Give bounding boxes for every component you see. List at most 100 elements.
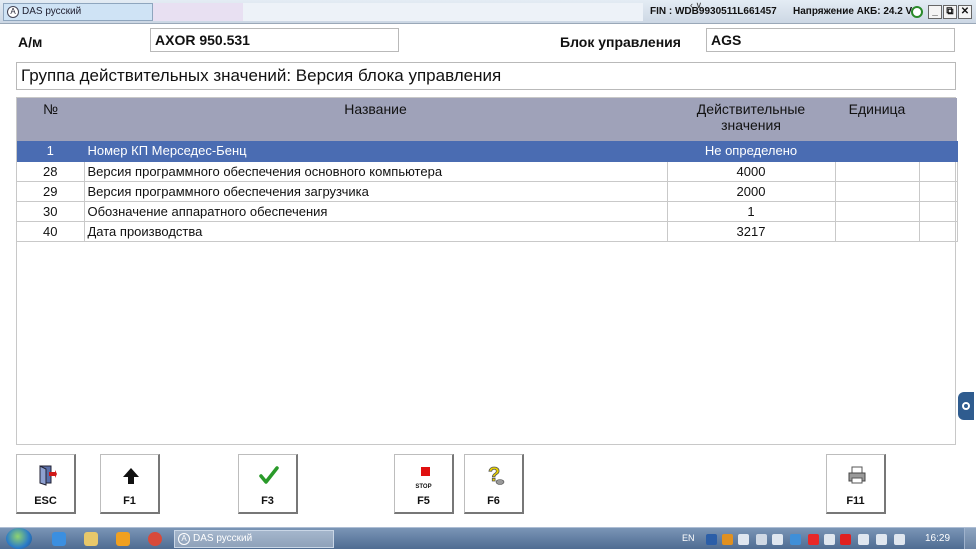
values-table-container: № Название Действительные значения Едини… <box>16 97 958 445</box>
app-title: DAS русский <box>22 6 82 17</box>
row-number: 30 <box>17 201 85 222</box>
f11-button[interactable]: F11 <box>826 454 886 514</box>
taskbar-task-label: DAS русский <box>193 533 253 544</box>
f6-key-label: F6 <box>487 495 500 507</box>
row-value: Не определено <box>667 141 836 162</box>
row-value: 2000 <box>667 181 836 202</box>
row-value: 1 <box>667 201 836 222</box>
tray-display-icon[interactable] <box>858 534 869 545</box>
row-value: 3217 <box>667 221 836 242</box>
vehicle-label: А/м <box>18 34 43 50</box>
table-row[interactable]: 30 Обозначение аппаратного обеспечения 1 <box>17 201 958 222</box>
checkmark-icon <box>259 466 279 484</box>
f1-key-label: F1 <box>123 495 136 507</box>
battery-status-icon <box>911 6 923 18</box>
row-name: Дата производства <box>84 221 668 242</box>
tray-security-icon[interactable] <box>808 534 819 545</box>
tray-power-icon[interactable] <box>894 534 905 545</box>
tray-clipboard-icon[interactable] <box>738 534 749 545</box>
row-name: Версия программного обеспечения основног… <box>84 161 668 182</box>
arrow-up-icon <box>123 468 139 484</box>
row-unit <box>835 141 920 162</box>
title-bar-spacer <box>153 3 243 21</box>
windows-taskbar: A DAS русский EN 16:29 <box>0 527 976 549</box>
media-player-icon[interactable] <box>116 532 130 546</box>
row-extra <box>919 181 958 202</box>
restore-button[interactable]: ⧉ <box>943 5 957 19</box>
column-header-unit[interactable]: Единица <box>835 98 919 141</box>
row-number: 40 <box>17 221 85 242</box>
ie-icon[interactable] <box>52 532 66 546</box>
row-unit <box>835 201 920 222</box>
f6-button[interactable]: ? F6 <box>464 454 524 514</box>
row-name: Номер КП Мерседес-Бенц <box>84 141 668 162</box>
close-button[interactable]: ✕ <box>958 5 972 19</box>
f1-button[interactable]: F1 <box>100 454 160 514</box>
tray-signal-icon[interactable] <box>772 534 783 545</box>
f5-button[interactable]: STOP F5 <box>394 454 454 514</box>
row-name: Версия программного обеспечения загрузчи… <box>84 181 668 202</box>
column-header-value[interactable]: Действительные значения <box>667 98 835 141</box>
f5-key-label: F5 <box>417 495 430 507</box>
f3-key-label: F3 <box>261 495 274 507</box>
vehicle-field: AXOR 950.531 <box>150 28 399 52</box>
group-title: Группа действительных значений: Версия б… <box>16 62 956 90</box>
row-name: Обозначение аппаратного обеспечения <box>84 201 668 222</box>
table-header-row: № Название Действительные значения Едини… <box>17 98 957 141</box>
exit-door-icon <box>39 465 57 486</box>
window-title-bar: A DAS русский ‹ ∨ FIN : WDB9930511L66145… <box>0 0 976 24</box>
row-extra <box>919 201 958 222</box>
language-indicator[interactable]: EN <box>682 533 695 543</box>
stop-icon <box>421 467 430 476</box>
table-row[interactable]: 28 Версия программного обеспечения основ… <box>17 161 958 182</box>
help-question-icon: ? <box>488 464 505 486</box>
stop-icon-text: STOP <box>415 484 432 490</box>
table-row[interactable]: 29 Версия программного обеспечения загру… <box>17 181 958 202</box>
row-extra <box>919 141 958 162</box>
tray-network-icon[interactable] <box>756 534 767 545</box>
table-row-selected[interactable]: 1 Номер КП Мерседес-Бенц Не определено <box>17 141 958 162</box>
row-unit <box>835 221 920 242</box>
esc-key-label: ESC <box>34 495 57 507</box>
app-logo-icon: A <box>7 6 19 18</box>
esc-button[interactable]: ESC <box>16 454 76 514</box>
das-task-icon: A <box>178 533 190 545</box>
app-title-tab[interactable]: A DAS русский <box>3 3 153 21</box>
fin-readout: FIN : WDB9930511L661457 <box>650 6 777 17</box>
explorer-icon[interactable] <box>84 532 98 546</box>
tray-app-icon[interactable] <box>722 534 733 545</box>
handle-ring-icon <box>962 402 970 410</box>
column-header-number[interactable]: № <box>17 98 84 141</box>
tray-bluetooth-icon[interactable] <box>706 534 717 545</box>
f3-button[interactable]: F3 <box>238 454 298 514</box>
title-bar-strip <box>243 3 643 21</box>
control-unit-field: AGS <box>706 28 955 52</box>
row-number: 29 <box>17 181 85 202</box>
row-extra <box>919 221 958 242</box>
f11-key-label: F11 <box>846 495 865 507</box>
control-unit-label: Блок управления <box>560 34 681 50</box>
show-desktop-button[interactable] <box>964 528 976 549</box>
row-extra <box>919 161 958 182</box>
taskbar-task-das[interactable]: A DAS русский <box>174 530 334 548</box>
table-row[interactable]: 40 Дата производства 3217 <box>17 221 958 242</box>
start-button[interactable] <box>6 528 32 549</box>
side-panel-handle[interactable] <box>958 392 974 420</box>
row-unit <box>835 161 920 182</box>
row-number: 1 <box>17 141 85 162</box>
tray-monitor-icon[interactable] <box>824 534 835 545</box>
tray-disk-icon[interactable] <box>790 534 801 545</box>
chrome-icon[interactable] <box>148 532 162 546</box>
printer-icon <box>848 466 866 484</box>
tray-antivirus-icon[interactable] <box>840 534 851 545</box>
column-header-extra <box>919 98 957 141</box>
column-header-name[interactable]: Название <box>84 98 667 141</box>
row-value: 4000 <box>667 161 836 182</box>
taskbar-clock[interactable]: 16:29 <box>925 533 950 544</box>
tray-volume-icon[interactable] <box>876 534 887 545</box>
minimize-button[interactable]: _ <box>928 5 942 19</box>
row-unit <box>835 181 920 202</box>
row-number: 28 <box>17 161 85 182</box>
values-table: № Название Действительные значения Едини… <box>17 98 958 242</box>
battery-voltage-readout: Напряжение АКБ: 24.2 V <box>793 6 913 17</box>
